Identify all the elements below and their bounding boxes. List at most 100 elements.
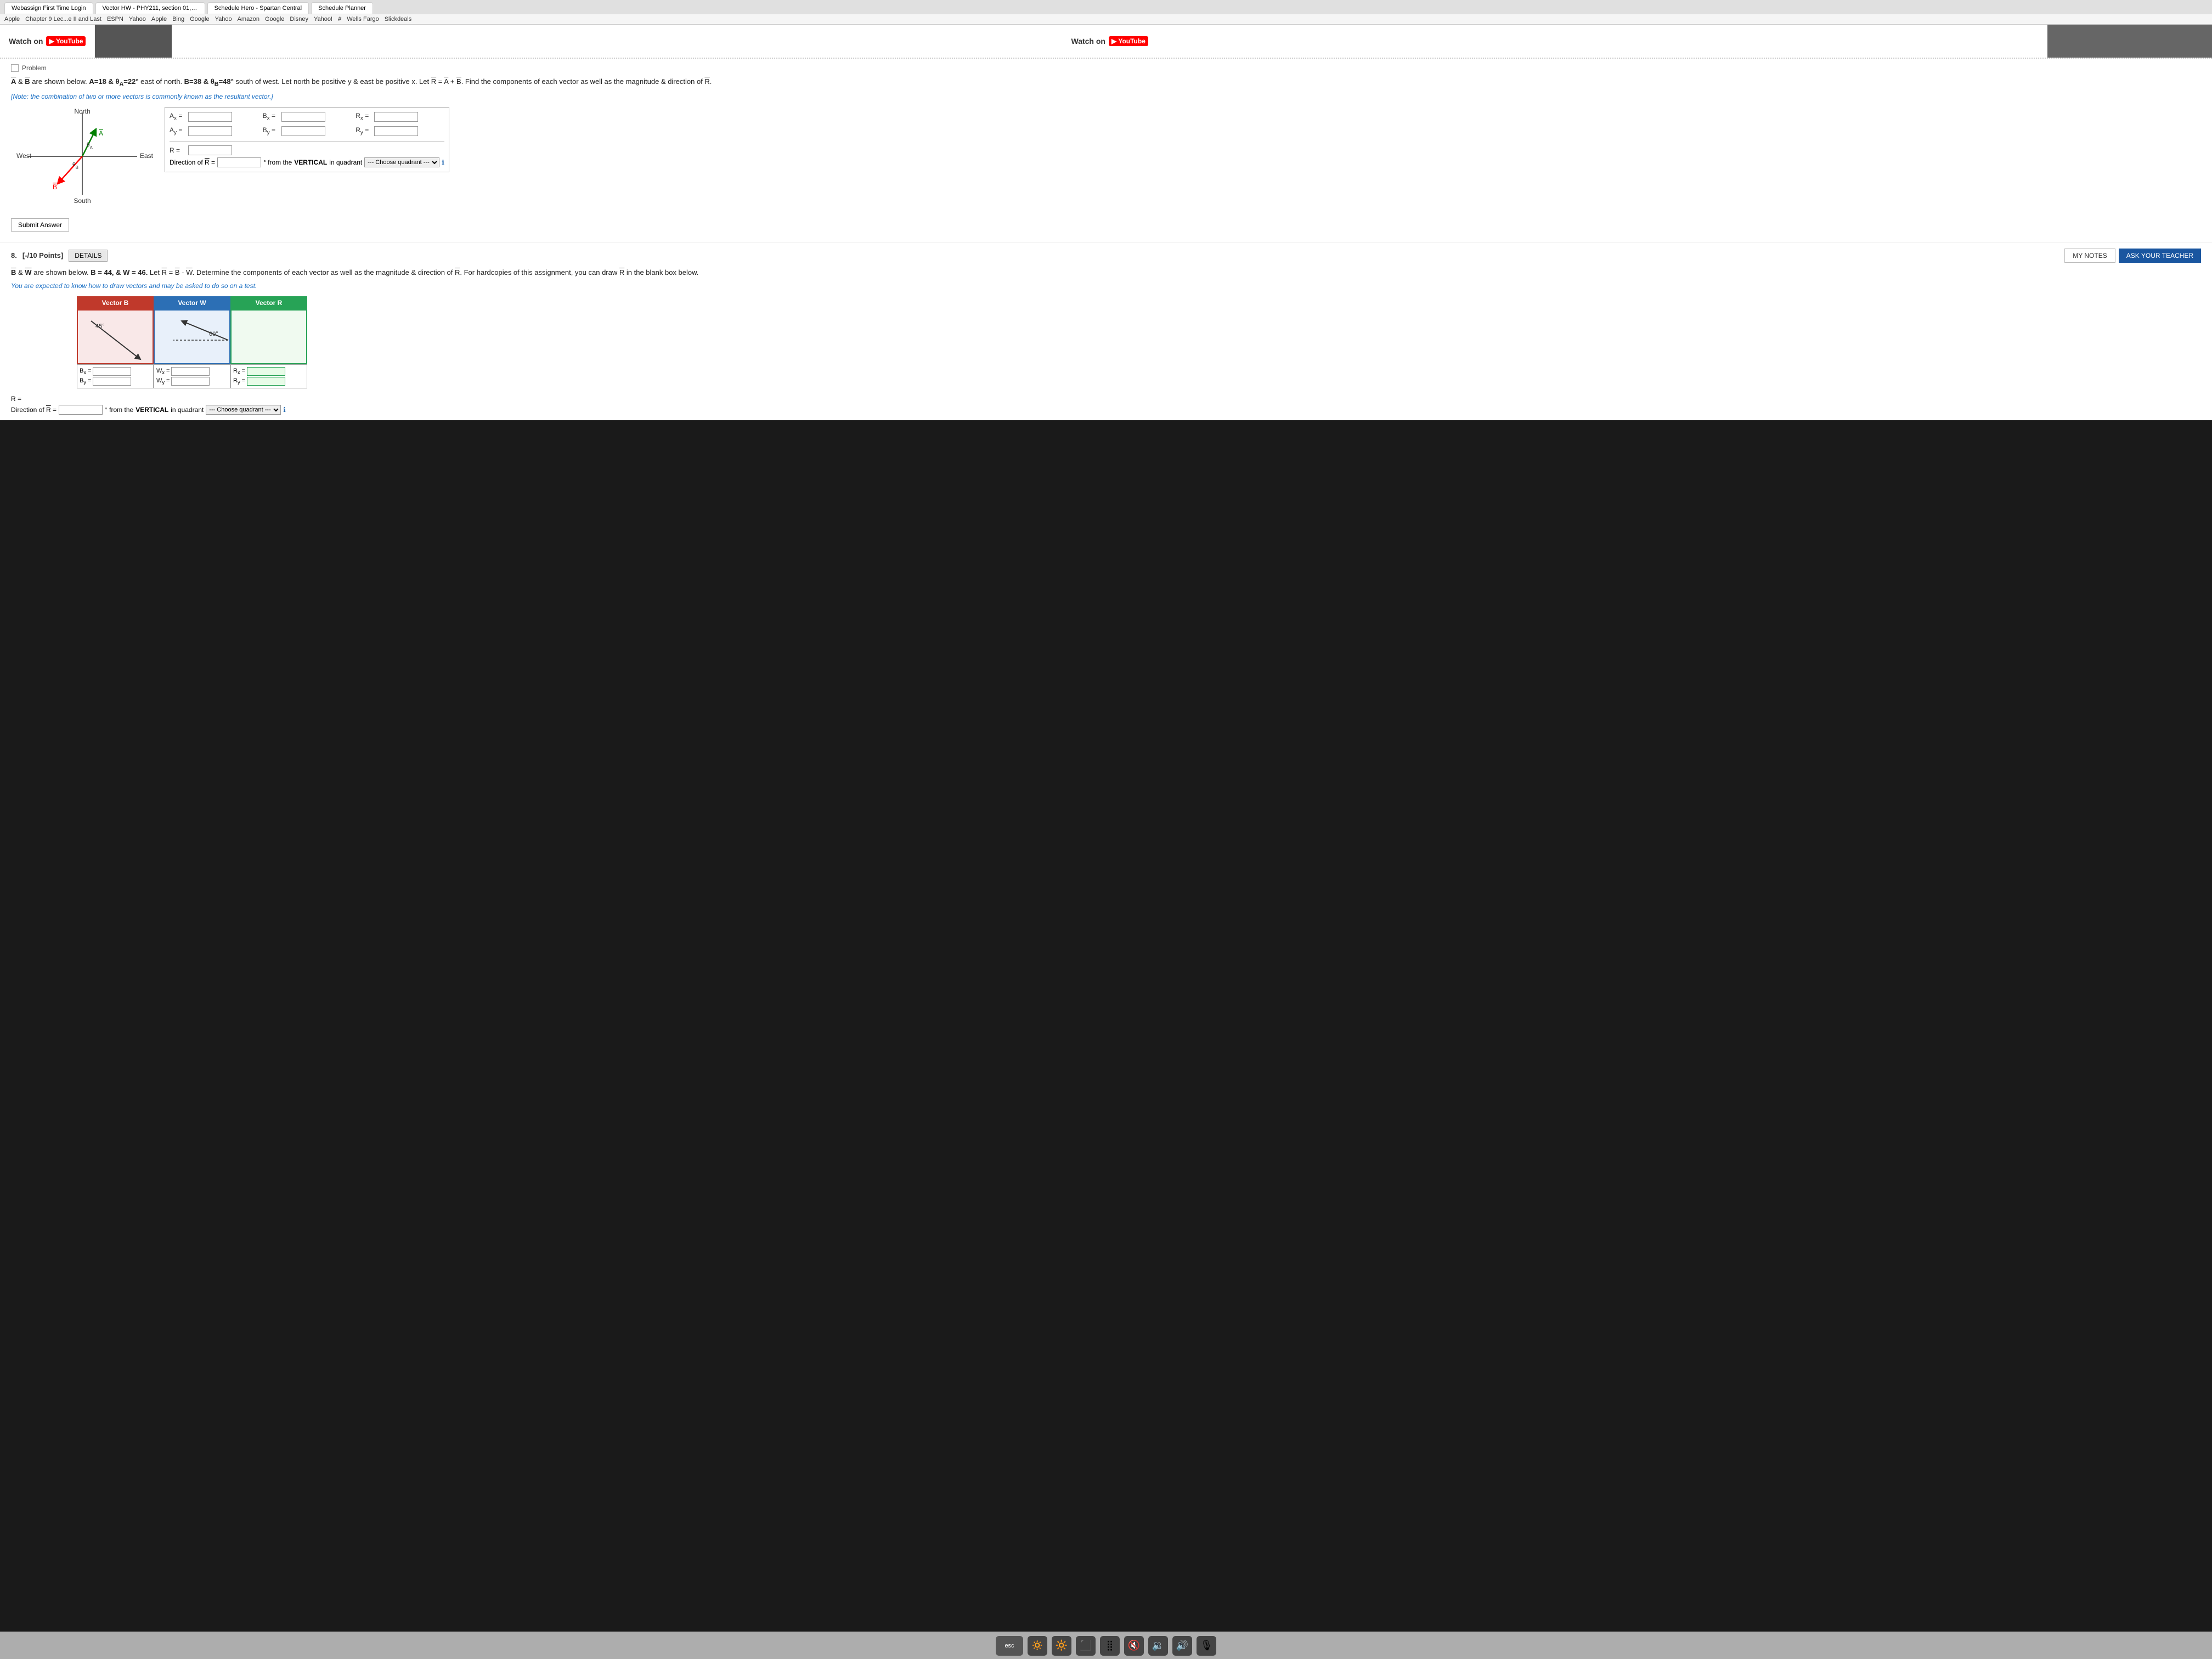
problem-note: [Note: the combination of two or more ve… <box>11 93 2201 100</box>
bx-q8-input[interactable] <box>93 367 131 376</box>
bx-input[interactable] <box>281 112 325 122</box>
youtube-logo-2: Watch on ▶ YouTube <box>1071 36 1148 46</box>
tab-webassign-login[interactable]: Webassign First Time Login <box>4 2 93 14</box>
vector-w-diagram: 60° <box>154 309 230 364</box>
q8-r-section: R = Direction of R = ° from the VERTICAL… <box>11 395 2201 415</box>
mac-icon-mission[interactable]: ⬛ <box>1076 1636 1096 1656</box>
info-icon[interactable]: ℹ <box>442 159 444 166</box>
main-content: Watch on ▶ YouTube Watch on ▶ YouTube Pr… <box>0 25 2212 420</box>
youtube-thumb-2[interactable]: Watch on ▶ YouTube <box>172 25 2047 58</box>
q8-vertical-label: VERTICAL <box>136 406 168 414</box>
ry-row: Ry = <box>356 126 444 136</box>
problem-body: North South East West θA θB A <box>11 107 2201 207</box>
bookmark-apple2[interactable]: Apple <box>151 16 167 22</box>
vector-r-inputs: Rx = Ry = <box>230 364 307 388</box>
watch-on-label-1: Watch on <box>9 37 43 46</box>
svg-text:South: South <box>74 197 91 205</box>
svg-text:West: West <box>16 152 32 160</box>
problem-icon <box>11 64 19 72</box>
wy-input[interactable] <box>171 377 210 386</box>
by-input[interactable] <box>281 126 325 136</box>
wx-input[interactable] <box>171 367 210 376</box>
bookmark-disney[interactable]: Disney <box>290 16 308 22</box>
input-grid: Ax = Ay = Bx = <box>165 107 449 172</box>
bookmark-wells[interactable]: Wells Fargo <box>347 16 379 22</box>
input-columns: Ax = Ay = Bx = <box>170 112 444 138</box>
bookmark-google2[interactable]: Google <box>265 16 284 22</box>
question-8-note: You are expected to know how to draw vec… <box>11 282 2201 290</box>
r-magnitude-input[interactable] <box>188 145 232 155</box>
bx-row: Bx = <box>263 112 352 122</box>
vector-w-svg: 60° <box>157 313 232 365</box>
vector-w-col: Vector W 60° <box>154 296 230 388</box>
mac-icon-brightness-down[interactable]: 🔅 <box>1028 1636 1047 1656</box>
problem-area: Problem A & B are shown below. A=18 & θA… <box>0 59 2212 243</box>
svg-text:East: East <box>140 152 154 160</box>
youtube-icon-1: ▶ YouTube <box>46 36 86 46</box>
bookmark-bing[interactable]: Bing <box>172 16 184 22</box>
my-notes-button[interactable]: MY NOTES <box>2064 249 2115 263</box>
tab-schedule-hero[interactable]: Schedule Hero - Spartan Central <box>207 2 309 14</box>
q8-info-icon[interactable]: ℹ <box>283 406 286 414</box>
bookmark-google[interactable]: Google <box>190 16 209 22</box>
vector-b-inputs: Bx = By = <box>77 364 154 388</box>
vector-b-svg: 45° <box>80 313 155 365</box>
question-8-left: 8. [-/10 Points] DETAILS <box>11 250 108 262</box>
bookmark-amazon[interactable]: Amazon <box>238 16 259 22</box>
by-q8-label: By = <box>80 377 91 385</box>
ax-row: Ax = <box>170 112 258 122</box>
bookmark-yahoo3[interactable]: Yahoo! <box>314 16 332 22</box>
q8-in-quadrant-label: in quadrant <box>171 406 204 414</box>
mac-icon-siri[interactable]: 🎙 <box>1197 1636 1216 1656</box>
rx-input[interactable] <box>374 112 418 122</box>
q8-direction-input[interactable] <box>59 405 103 415</box>
mac-icon-volume-down[interactable]: 🔉 <box>1148 1636 1168 1656</box>
by-q8-input[interactable] <box>93 377 131 386</box>
tab-schedule-planner[interactable]: Schedule Planner <box>311 2 373 14</box>
svg-text:North: North <box>74 108 90 115</box>
tab-vector-hw[interactable]: Vector HW - PHY211, section 01, Fall 202… <box>95 2 205 14</box>
ax-input[interactable] <box>188 112 232 122</box>
submit-answer-button[interactable]: Submit Answer <box>11 218 69 232</box>
ay-input[interactable] <box>188 126 232 136</box>
r-label: R = <box>170 146 186 154</box>
mac-icon-launchpad[interactable]: ⣿ <box>1100 1636 1120 1656</box>
direction-angle-input[interactable] <box>217 157 261 167</box>
bookmark-espn[interactable]: ESPN <box>107 16 123 22</box>
vector-diagram-svg: North South East West θA θB A <box>11 107 154 206</box>
by-row: By = <box>263 126 352 136</box>
bx-label: Bx = <box>263 112 279 121</box>
mac-icon-volume-up[interactable]: 🔊 <box>1172 1636 1192 1656</box>
mac-taskbar: esc 🔅 🔆 ⬛ ⣿ 🔇 🔉 🔊 🎙 <box>0 1632 2212 1659</box>
thumbnail-image-1 <box>95 25 172 58</box>
mac-icon-brightness-up[interactable]: 🔆 <box>1052 1636 1071 1656</box>
q8-quadrant-select[interactable]: --- Choose quadrant --- I II III IV <box>206 405 281 415</box>
vector-r-col: Vector R Rx = Ry = <box>230 296 307 388</box>
in-quadrant-label: in quadrant <box>329 159 362 166</box>
ry-q8-label: Ry = <box>233 377 245 385</box>
ask-teacher-button[interactable]: ASK YOUR TEACHER <box>2119 249 2201 263</box>
bx-q8-label: Bx = <box>80 368 91 375</box>
col-b: Bx = By = <box>263 112 352 138</box>
bookmark-chapter9[interactable]: Chapter 9 Lec...e II and Last <box>25 16 101 22</box>
mac-icon-volume-mute[interactable]: 🔇 <box>1124 1636 1144 1656</box>
vector-b-header: Vector B <box>77 296 154 309</box>
youtube-thumb-1[interactable]: Watch on ▶ YouTube <box>0 25 95 58</box>
bookmark-yahoo[interactable]: Yahoo <box>129 16 146 22</box>
thumbnail-image-2 <box>2047 25 2212 58</box>
details-button[interactable]: DETAILS <box>69 250 108 262</box>
vector-b-col: Vector B 45° <box>77 296 154 388</box>
quadrant-select[interactable]: --- Choose quadrant --- I II III IV <box>364 157 439 167</box>
bookmark-slick[interactable]: Slickdeals <box>385 16 412 22</box>
q8-direction-row: Direction of R = ° from the VERTICAL in … <box>11 405 2201 415</box>
ry-input[interactable] <box>374 126 418 136</box>
svg-text:θB: θB <box>72 162 78 170</box>
bookmark-yahoo2[interactable]: Yahoo <box>215 16 232 22</box>
bookmark-apple[interactable]: Apple <box>4 16 20 22</box>
bookmark-hash[interactable]: # <box>338 16 341 22</box>
rx-q8-input[interactable] <box>247 367 285 376</box>
ry-q8-input[interactable] <box>247 377 285 386</box>
rx-row: Rx = <box>356 112 444 122</box>
svg-text:60°: 60° <box>209 331 218 337</box>
degree-from-label: ° from the <box>263 159 292 166</box>
